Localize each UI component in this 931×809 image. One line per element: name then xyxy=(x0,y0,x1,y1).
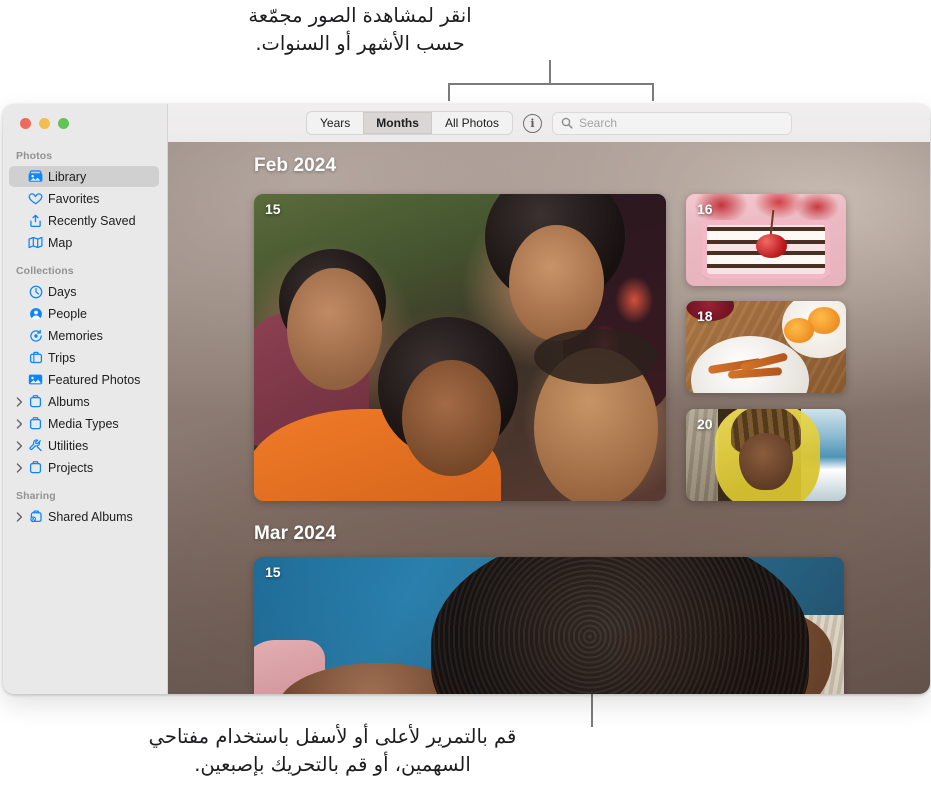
library-icon xyxy=(26,170,45,183)
sidebar-item-utilities[interactable]: Utilities xyxy=(9,435,159,456)
sidebar-item-label: Trips xyxy=(48,350,76,365)
sidebar-item-label: Albums xyxy=(48,394,90,409)
photo-image xyxy=(254,194,666,501)
sidebar-item-label: Projects xyxy=(48,460,94,475)
sidebar: Photos Library Favorites Recently Saved … xyxy=(3,104,168,694)
map-icon xyxy=(26,236,45,249)
featured-photos-icon xyxy=(26,373,45,386)
album-icon xyxy=(26,461,45,474)
month-header: Mar 2024 xyxy=(254,523,337,544)
sidebar-item-map[interactable]: Map xyxy=(9,232,159,253)
chevron-right-icon[interactable] xyxy=(13,511,26,522)
sidebar-item-projects[interactable]: Projects xyxy=(9,457,159,478)
sidebar-item-label: Shared Albums xyxy=(48,509,133,524)
trips-icon xyxy=(26,351,45,364)
sidebar-item-trips[interactable]: Trips xyxy=(9,347,159,368)
sidebar-item-label: Media Types xyxy=(48,416,119,431)
photo-grid-scroll-area[interactable]: Feb 2024 15 16 18 20 Mar 2024 15 xyxy=(168,142,930,694)
tab-years[interactable]: Years xyxy=(307,112,363,134)
sidebar-item-recently-saved[interactable]: Recently Saved xyxy=(9,210,159,231)
sidebar-item-label: Favorites xyxy=(48,191,100,206)
photo-date-badge: 18 xyxy=(697,308,713,324)
album-icon xyxy=(26,395,45,408)
sidebar-item-people[interactable]: People xyxy=(9,303,159,324)
photo-tile-hero[interactable]: 15 xyxy=(254,194,666,501)
photo-date-badge: 16 xyxy=(697,201,713,217)
sidebar-scroll-area[interactable]: Photos Library Favorites Recently Saved … xyxy=(3,150,167,694)
search-field[interactable]: Search xyxy=(551,111,792,135)
chevron-right-icon[interactable] xyxy=(13,440,26,451)
utilities-icon xyxy=(26,439,45,452)
photo-tile-thumb[interactable]: 16 xyxy=(686,194,846,286)
sidebar-item-days[interactable]: Days xyxy=(9,281,159,302)
minimize-button[interactable] xyxy=(39,118,50,129)
sidebar-item-library[interactable]: Library xyxy=(9,166,159,187)
photo-date-badge: 15 xyxy=(265,201,281,217)
sidebar-item-label: Recently Saved xyxy=(48,213,136,228)
callout-bracket-tick-left xyxy=(448,83,450,101)
sidebar-item-shared-albums[interactable]: Shared Albums xyxy=(9,506,159,527)
sidebar-item-label: Memories xyxy=(48,328,103,343)
chevron-right-icon[interactable] xyxy=(13,418,26,429)
chevron-right-icon[interactable] xyxy=(13,462,26,473)
sidebar-item-favorites[interactable]: Favorites xyxy=(9,188,159,209)
chevron-right-icon[interactable] xyxy=(13,396,26,407)
sidebar-section-sharing-title: Sharing xyxy=(16,490,56,502)
zoom-button[interactable] xyxy=(58,118,69,129)
sidebar-item-featured-photos[interactable]: Featured Photos xyxy=(9,369,159,390)
person-circle-icon xyxy=(26,307,45,321)
sidebar-item-label: People xyxy=(48,306,87,321)
shared-album-icon xyxy=(26,510,45,523)
sidebar-section-photos-title: Photos xyxy=(16,150,53,162)
sidebar-item-memories[interactable]: Memories xyxy=(9,325,159,346)
screenshot-root: انقر لمشاهدة الصور مجمّعة حسب الأشهر أو … xyxy=(0,0,931,809)
close-button[interactable] xyxy=(20,118,31,129)
sidebar-item-label: Utilities xyxy=(48,438,89,453)
callout-leader-stem-top xyxy=(549,60,551,84)
sidebar-item-albums[interactable]: Albums xyxy=(9,391,159,412)
callout-bracket-bar xyxy=(448,83,654,85)
recently-saved-icon xyxy=(26,214,45,228)
photo-date-badge: 15 xyxy=(265,564,281,580)
photo-date-badge: 20 xyxy=(697,416,713,432)
view-mode-segmented-control[interactable]: Years Months All Photos xyxy=(306,111,513,135)
photo-image xyxy=(254,557,844,694)
album-icon xyxy=(26,417,45,430)
sidebar-item-label: Library xyxy=(48,169,87,184)
sidebar-item-label: Featured Photos xyxy=(48,372,141,387)
info-icon[interactable]: i xyxy=(522,113,542,133)
clock-icon xyxy=(26,285,45,299)
sidebar-item-label: Days xyxy=(48,284,77,299)
tab-months[interactable]: Months xyxy=(363,112,432,134)
search-placeholder: Search xyxy=(578,116,617,130)
sidebar-section-collections-title: Collections xyxy=(16,265,74,277)
photo-tile-hero[interactable]: 15 xyxy=(254,557,844,694)
sidebar-item-media-types[interactable]: Media Types xyxy=(9,413,159,434)
tab-all-photos[interactable]: All Photos xyxy=(432,112,512,134)
callout-bracket-tick-right xyxy=(652,83,654,101)
photos-window: Photos Library Favorites Recently Saved … xyxy=(3,104,930,694)
callout-text-top: انقر لمشاهدة الصور مجمّعة حسب الأشهر أو … xyxy=(248,4,472,56)
window-traffic-lights xyxy=(20,118,69,129)
memories-icon xyxy=(26,329,45,343)
month-header: Feb 2024 xyxy=(254,155,337,176)
heart-icon xyxy=(26,192,45,205)
photo-tile-thumb[interactable]: 20 xyxy=(686,409,846,501)
search-icon xyxy=(561,117,573,129)
callout-text-bottom: قم بالتمرير لأعلى أو لأسفل باستخدام مفتا… xyxy=(148,725,517,777)
toolbar: Years Months All Photos i Search xyxy=(168,104,930,143)
sidebar-item-label: Map xyxy=(48,235,73,250)
photo-tile-thumb[interactable]: 18 xyxy=(686,301,846,393)
